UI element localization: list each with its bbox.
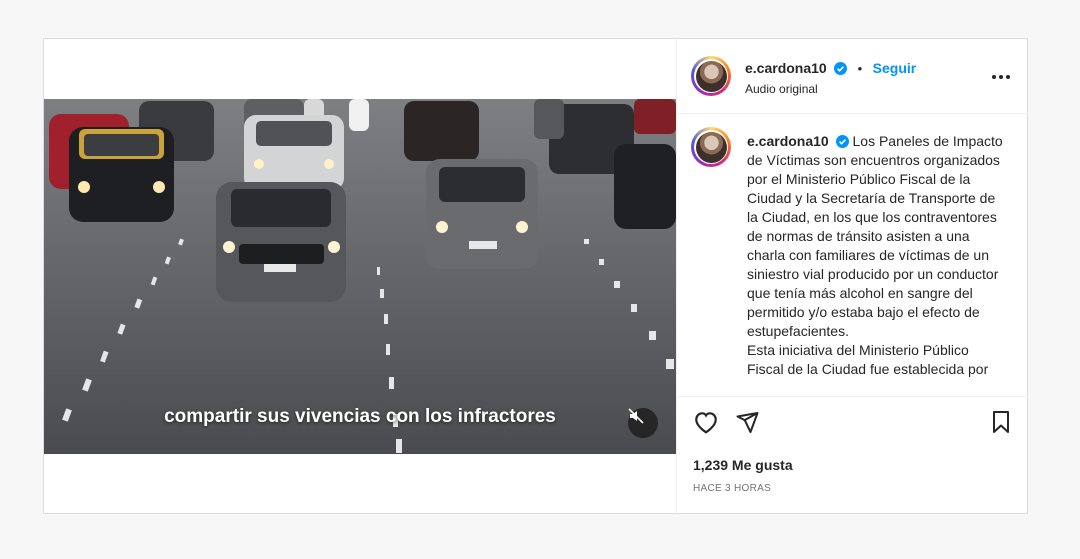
verified-badge-icon [834,62,848,75]
caption-text: e.cardona10 Los Paneles de Impacto de Ví… [747,132,1009,379]
heart-icon[interactable] [693,410,719,434]
video-subtitle: compartir sus vivencias con los infracto… [164,406,556,427]
caption-username[interactable]: e.cardona10 [747,133,829,149]
likes-count[interactable]: 1,239 Me gusta [693,457,793,473]
more-options-icon[interactable] [989,67,1013,87]
traffic-scene [44,99,676,454]
separator-dot: • [857,61,863,76]
bookmark-icon[interactable] [990,410,1012,434]
caption-body-continued: Esta iniciativa del Ministerio Público F… [747,342,989,377]
author-avatar[interactable] [691,56,731,96]
caption-body: Los Paneles de Impacto de Víctimas son e… [747,133,1003,339]
video-player[interactable]: compartir sus vivencias con los infracto… [44,99,676,454]
post-card: compartir sus vivencias con los infracto… [43,38,1028,514]
muted-speaker-icon [628,408,644,424]
action-bar [677,397,1028,447]
post-media: compartir sus vivencias con los infracto… [44,39,676,513]
verified-badge-icon [835,135,849,148]
post-timestamp[interactable]: HACE 3 HORAS [693,483,771,494]
caption-avatar[interactable] [691,127,731,167]
caption-area: e.cardona10 Los Paneles de Impacto de Ví… [677,114,1028,397]
author-line: e.cardona10 • Seguir [745,60,916,78]
follow-button[interactable]: Seguir [873,60,917,76]
share-icon[interactable] [735,410,760,434]
author-username[interactable]: e.cardona10 [745,60,827,76]
audio-label[interactable]: Audio original [745,82,818,96]
post-sidebar: e.cardona10 • Seguir Audio original e.ca… [676,39,1028,513]
mute-button[interactable] [628,408,658,438]
post-header: e.cardona10 • Seguir Audio original [677,39,1028,114]
